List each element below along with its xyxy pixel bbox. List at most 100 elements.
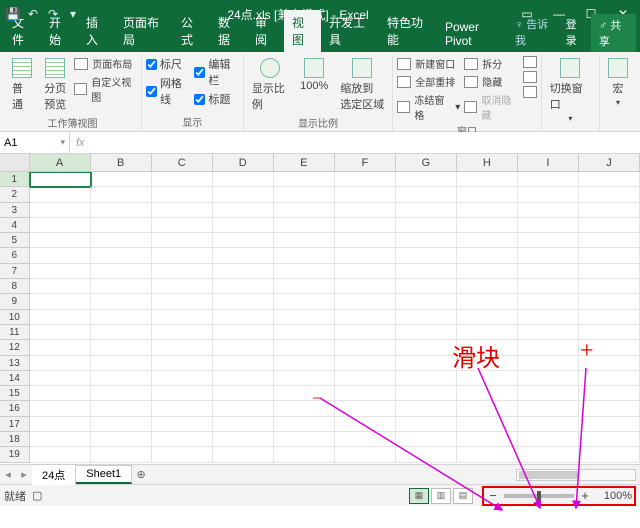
cell[interactable] xyxy=(396,172,457,187)
cell[interactable] xyxy=(457,203,518,218)
cell[interactable] xyxy=(335,203,396,218)
cell[interactable] xyxy=(457,401,518,416)
cell[interactable] xyxy=(91,371,152,386)
recorder-icon[interactable]: ▢ xyxy=(32,489,42,502)
formulabar-checkbox[interactable]: 编辑栏 xyxy=(194,56,238,88)
ruler-checkbox[interactable]: 标尺 xyxy=(146,56,190,72)
cell[interactable] xyxy=(518,356,579,371)
cell[interactable] xyxy=(579,401,640,416)
tab-layout[interactable]: 页面布局 xyxy=(115,10,173,52)
cell[interactable] xyxy=(91,279,152,294)
cell[interactable] xyxy=(274,218,335,233)
cell[interactable] xyxy=(91,432,152,447)
cell[interactable] xyxy=(274,279,335,294)
cell[interactable] xyxy=(518,218,579,233)
col-header[interactable]: F xyxy=(335,154,396,171)
cell[interactable] xyxy=(457,310,518,325)
cell[interactable] xyxy=(396,248,457,263)
cell[interactable] xyxy=(91,248,152,263)
cell[interactable] xyxy=(91,401,152,416)
cell[interactable] xyxy=(274,356,335,371)
cell[interactable] xyxy=(274,294,335,309)
cell[interactable] xyxy=(457,279,518,294)
sheet-tab[interactable]: 24点 xyxy=(32,464,76,485)
cell[interactable] xyxy=(152,233,213,248)
cell[interactable] xyxy=(518,386,579,401)
cell[interactable] xyxy=(518,279,579,294)
cell[interactable] xyxy=(518,172,579,187)
cell[interactable] xyxy=(457,248,518,263)
share-button[interactable]: ♂ 共享 xyxy=(591,14,636,52)
sheet-tab[interactable]: Sheet1 xyxy=(76,465,132,484)
cell[interactable] xyxy=(152,401,213,416)
cell[interactable] xyxy=(457,294,518,309)
cell[interactable] xyxy=(213,264,274,279)
cell[interactable] xyxy=(457,340,518,355)
cell[interactable] xyxy=(396,233,457,248)
cell[interactable] xyxy=(274,386,335,401)
tab-special[interactable]: 特色功能 xyxy=(379,10,437,52)
cell[interactable] xyxy=(91,172,152,187)
cell[interactable] xyxy=(152,248,213,263)
col-header[interactable]: B xyxy=(91,154,152,171)
cell[interactable] xyxy=(30,264,91,279)
cell[interactable] xyxy=(213,432,274,447)
cell[interactable] xyxy=(396,187,457,202)
cell[interactable] xyxy=(457,371,518,386)
cell[interactable] xyxy=(579,447,640,462)
zoom-slider-handle[interactable] xyxy=(537,491,541,501)
redo-icon[interactable]: ↷ xyxy=(46,7,60,21)
cell[interactable] xyxy=(30,187,91,202)
cell[interactable] xyxy=(518,233,579,248)
cell[interactable] xyxy=(457,356,518,371)
row-header[interactable]: 16 xyxy=(0,401,30,416)
split-button[interactable]: 拆分 xyxy=(464,56,518,71)
cell[interactable] xyxy=(396,371,457,386)
cell[interactable] xyxy=(274,248,335,263)
cell[interactable] xyxy=(396,218,457,233)
cell[interactable] xyxy=(518,401,579,416)
cell[interactable] xyxy=(152,356,213,371)
cell[interactable] xyxy=(152,172,213,187)
cell[interactable] xyxy=(152,264,213,279)
cell[interactable] xyxy=(396,264,457,279)
cell[interactable] xyxy=(396,356,457,371)
cell[interactable] xyxy=(579,264,640,279)
cell[interactable] xyxy=(396,325,457,340)
row-header[interactable]: 15 xyxy=(0,386,30,401)
cell[interactable] xyxy=(457,187,518,202)
cell[interactable] xyxy=(396,432,457,447)
cell[interactable] xyxy=(91,325,152,340)
cell[interactable] xyxy=(30,386,91,401)
save-icon[interactable]: 💾 xyxy=(6,7,20,21)
cell[interactable] xyxy=(274,172,335,187)
horizontal-scrollbar[interactable] xyxy=(516,469,636,481)
cell[interactable] xyxy=(335,356,396,371)
cell[interactable] xyxy=(335,233,396,248)
zoom-slider[interactable] xyxy=(504,494,574,498)
cell[interactable] xyxy=(457,172,518,187)
login-link[interactable]: 登录 xyxy=(560,12,591,52)
cell[interactable] xyxy=(274,340,335,355)
headings-checkbox[interactable]: 标题 xyxy=(194,91,238,107)
col-header[interactable]: J xyxy=(579,154,640,171)
cell[interactable] xyxy=(91,218,152,233)
hide-button[interactable]: 隐藏 xyxy=(464,74,518,89)
tab-insert[interactable]: 插入 xyxy=(78,10,115,52)
cell[interactable] xyxy=(518,264,579,279)
cell[interactable] xyxy=(518,248,579,263)
sidebyside-button[interactable] xyxy=(523,56,537,68)
fx-icon[interactable]: fx xyxy=(76,137,85,149)
cell[interactable] xyxy=(213,218,274,233)
newwindow-button[interactable]: 新建窗口 xyxy=(397,56,460,71)
cell[interactable] xyxy=(274,417,335,432)
cell[interactable] xyxy=(152,371,213,386)
arrange-button[interactable]: 全部重排 xyxy=(397,74,460,89)
cell[interactable] xyxy=(213,340,274,355)
zoom-out-button[interactable]: − xyxy=(486,488,500,503)
row-header[interactable]: 5 xyxy=(0,233,30,248)
row-header[interactable]: 12 xyxy=(0,340,30,355)
cell[interactable] xyxy=(30,447,91,462)
cell[interactable] xyxy=(579,218,640,233)
cell[interactable] xyxy=(335,218,396,233)
